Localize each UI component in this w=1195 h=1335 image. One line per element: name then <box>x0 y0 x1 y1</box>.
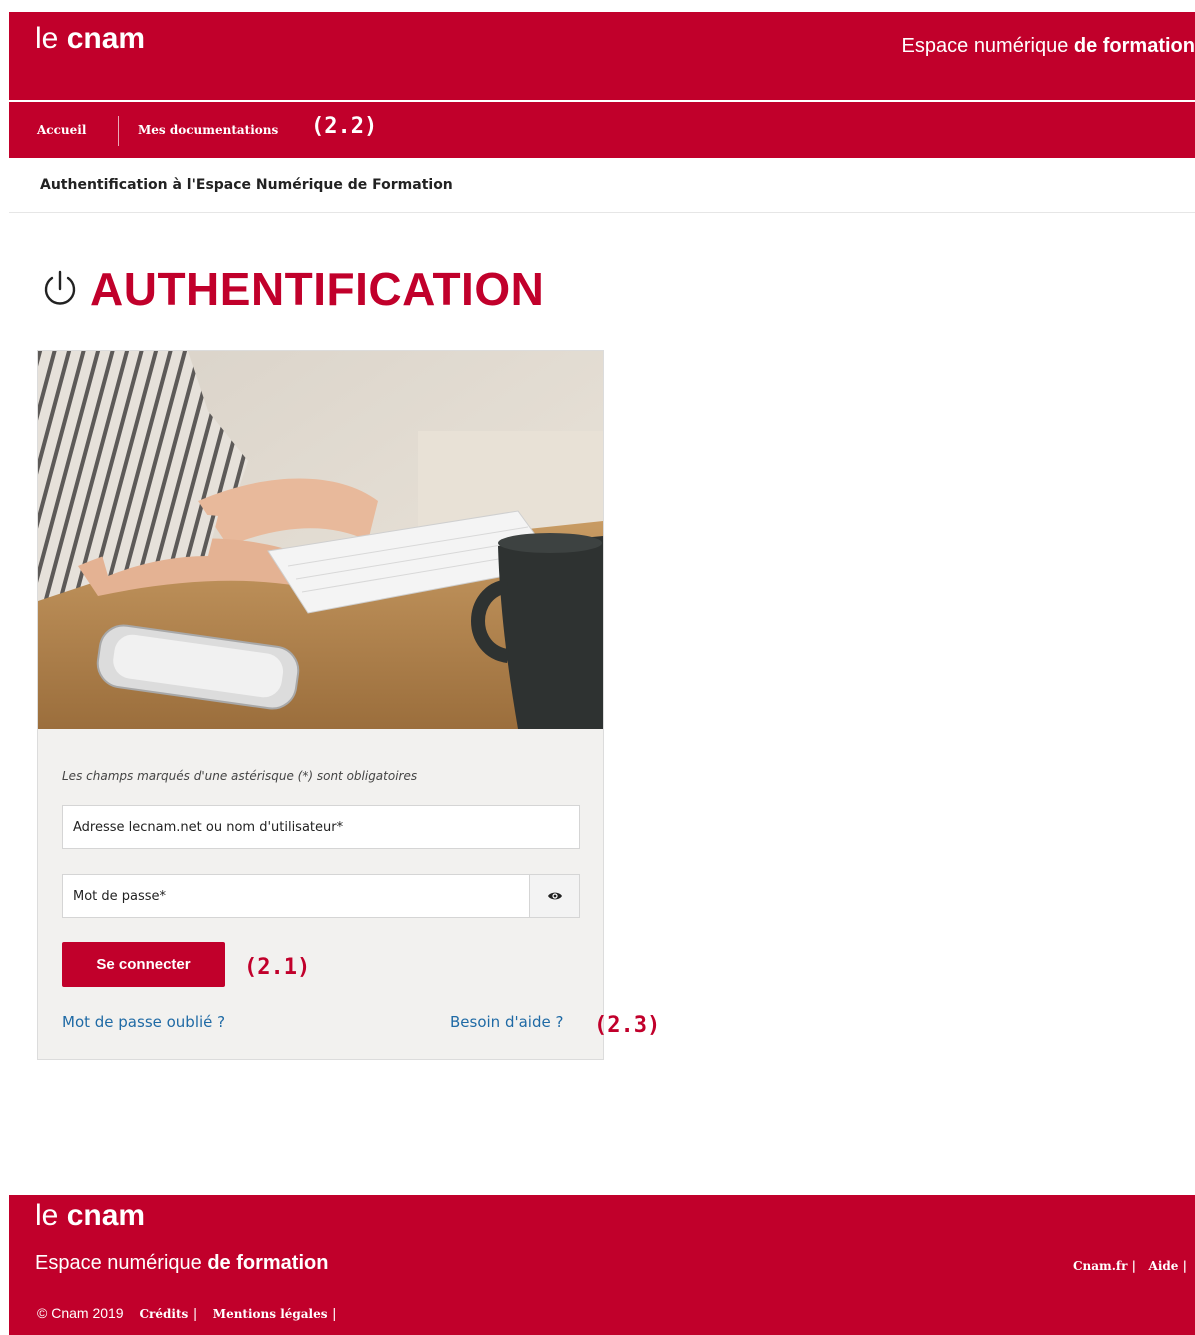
footer-cnam-logo[interactable]: le cnam <box>35 1199 145 1233</box>
username-field[interactable] <box>62 805 580 849</box>
help-link[interactable]: Besoin d'aide ? <box>450 1013 563 1031</box>
footer-separator: | <box>193 1305 197 1321</box>
nav-item-accueil[interactable]: Accueil <box>37 123 86 137</box>
nav-separator <box>118 116 119 146</box>
footer-link-credits[interactable]: Crédits <box>139 1307 188 1321</box>
footer-link-mentions-legales[interactable]: Mentions légales <box>213 1307 328 1321</box>
page-title-text: AUTHENTIFICATION <box>90 263 545 315</box>
nav-item-mes-documentations[interactable]: Mes documentations <box>138 123 278 137</box>
footer-title-bold: de formation <box>207 1252 329 1274</box>
footer-separator: | <box>1131 1259 1136 1273</box>
breadcrumb: Authentification à l'Espace Numérique de… <box>40 177 453 193</box>
footer-separator: | <box>1182 1259 1187 1273</box>
login-card: Les champs marqués d'une astérisque (*) … <box>37 350 660 1060</box>
site-title: Espace numérique de formation <box>902 35 1195 58</box>
footer-link-aide[interactable]: Aide <box>1149 1259 1179 1273</box>
annotation-2-1: (2.1) <box>244 955 311 980</box>
password-field[interactable] <box>62 874 580 918</box>
main-nav: Accueil Mes documentations (2.2) <box>9 102 1195 158</box>
cnam-logo[interactable]: le cnam <box>35 22 145 56</box>
hero-photo <box>38 351 603 729</box>
required-fields-hint: Les champs marqués d'une astérisque (*) … <box>62 769 418 783</box>
footer-right-links: Cnam.fr | Aide | <box>1073 1259 1187 1273</box>
footer-logo-cnam: cnam <box>66 1199 146 1232</box>
copyright-text: © Cnam 2019 <box>37 1305 124 1321</box>
footer-site-title: Espace numérique de formation <box>35 1252 328 1275</box>
power-icon <box>44 270 76 305</box>
logo-cnam-text: cnam <box>66 22 146 55</box>
footer-logo-le: le <box>35 1199 67 1232</box>
login-button[interactable]: Se connecter <box>62 942 225 987</box>
annotation-2-3: (2.3) <box>594 1013 661 1038</box>
site-title-light: Espace numérique <box>901 35 1074 57</box>
annotation-2-2: (2.2) <box>311 114 378 139</box>
footer-bottom-line: © Cnam 2019 Crédits | Mentions légales | <box>37 1305 336 1321</box>
site-title-bold: de formation <box>1073 35 1195 57</box>
breadcrumb-divider <box>9 212 1195 213</box>
footer-link-cnam-fr[interactable]: Cnam.fr <box>1073 1259 1127 1273</box>
page-title: AUTHENTIFICATION <box>38 262 544 316</box>
hero-photo-illustration <box>38 351 603 729</box>
footer-title-light: Espace numérique <box>35 1252 208 1274</box>
password-input[interactable] <box>63 875 531 917</box>
logo-le-text: le <box>35 22 67 55</box>
show-password-button[interactable] <box>529 875 579 917</box>
username-input[interactable] <box>63 806 579 848</box>
footer-separator: | <box>332 1305 337 1321</box>
site-footer: le cnam Espace numérique de formation © … <box>9 1195 1195 1335</box>
eye-icon <box>547 892 562 900</box>
site-header: le cnam Espace numérique de formation <box>9 12 1195 100</box>
forgot-password-link[interactable]: Mot de passe oublié ? <box>62 1013 225 1031</box>
